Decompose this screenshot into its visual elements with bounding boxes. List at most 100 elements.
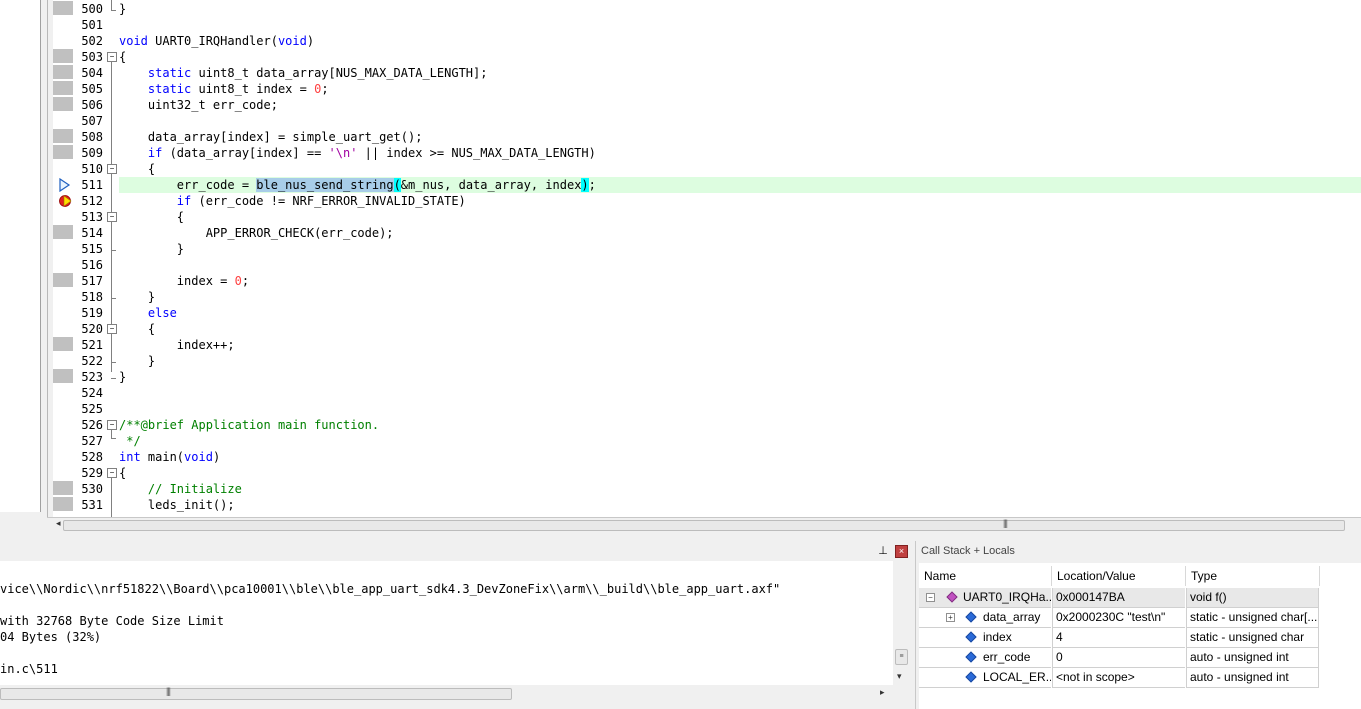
row-name: err_code bbox=[983, 650, 1031, 664]
code-line[interactable] bbox=[119, 17, 1361, 33]
line-number: 523 bbox=[81, 370, 103, 384]
code-line[interactable]: else bbox=[119, 305, 1361, 321]
bookmark-gutter[interactable] bbox=[53, 0, 73, 517]
code-line[interactable] bbox=[119, 113, 1361, 129]
code-line[interactable]: static uint8_t data_array[NUS_MAX_DATA_L… bbox=[119, 65, 1361, 81]
line-number: 529 bbox=[81, 466, 103, 480]
row-value: 4 bbox=[1052, 628, 1185, 648]
code-line[interactable]: */ bbox=[119, 433, 1361, 449]
code-line[interactable]: leds_init(); bbox=[119, 497, 1361, 513]
fold-toggle[interactable]: − bbox=[107, 324, 117, 334]
code-line[interactable]: { bbox=[119, 161, 1361, 177]
code-line[interactable]: err_code = ble_nus_send_string(&m_nus, d… bbox=[119, 177, 1361, 193]
code-line[interactable]: index++; bbox=[119, 337, 1361, 353]
fold-toggle[interactable]: − bbox=[107, 52, 117, 62]
collapse-icon[interactable]: − bbox=[926, 593, 935, 602]
fold-toggle[interactable]: − bbox=[107, 212, 117, 222]
row-value: 0 bbox=[1052, 648, 1185, 668]
code-coverage-marker bbox=[53, 65, 73, 79]
name-cell: + data_array bbox=[919, 608, 1051, 628]
code-line[interactable]: // Initialize bbox=[119, 481, 1361, 497]
code-line[interactable] bbox=[119, 385, 1361, 401]
call-stack-locals-panel[interactable]: Call Stack + Locals Name Location/Value … bbox=[915, 541, 1361, 709]
code-line[interactable]: static uint8_t index = 0; bbox=[119, 81, 1361, 97]
code-line[interactable]: data_array[index] = simple_uart_get(); bbox=[119, 129, 1361, 145]
column-header-location[interactable]: Location/Value bbox=[1057, 566, 1136, 586]
build-output-line: in.c\511 bbox=[0, 662, 58, 676]
code-line[interactable]: APP_ERROR_CHECK(err_code); bbox=[119, 225, 1361, 241]
table-row[interactable]: LOCAL_ER... <not in scope> auto - unsign… bbox=[919, 668, 1319, 688]
code-line[interactable]: void UART0_IRQHandler(void) bbox=[119, 33, 1361, 49]
column-header-name[interactable]: Name bbox=[924, 566, 956, 586]
code-line[interactable]: int main(void) bbox=[119, 449, 1361, 465]
line-number: 501 bbox=[81, 18, 103, 32]
code-line[interactable]: } bbox=[119, 353, 1361, 369]
code-line[interactable] bbox=[119, 401, 1361, 417]
code-line[interactable]: { bbox=[119, 49, 1361, 65]
row-type: void f() bbox=[1186, 588, 1319, 608]
code-coverage-marker bbox=[53, 369, 73, 383]
project-panel[interactable] bbox=[0, 0, 41, 512]
fold-toggle[interactable]: − bbox=[107, 164, 117, 174]
code-line[interactable]: } bbox=[119, 369, 1361, 385]
code-line[interactable]: index = 0; bbox=[119, 273, 1361, 289]
build-output-text[interactable]: vice\\Nordic\\nrf51822\\Board\\pca10001\… bbox=[0, 561, 893, 685]
line-number: 508 bbox=[81, 130, 103, 144]
build-horizontal-scrollbar[interactable]: ||| ▸ bbox=[0, 685, 893, 702]
scrollbar-thumb[interactable] bbox=[63, 520, 1345, 531]
line-number: 503 bbox=[81, 50, 103, 64]
row-name: index bbox=[983, 630, 1012, 644]
editor-horizontal-scrollbar[interactable]: ◂ ||| bbox=[47, 517, 1361, 532]
fold-margin[interactable]: − − − − − − bbox=[105, 0, 119, 517]
code-line[interactable] bbox=[119, 257, 1361, 273]
code-line[interactable]: uint32_t err_code; bbox=[119, 97, 1361, 113]
code-line[interactable]: { bbox=[119, 465, 1361, 481]
pin-icon[interactable]: ⊥ bbox=[877, 545, 889, 557]
code-line[interactable]: { bbox=[119, 321, 1361, 337]
scroll-down-icon[interactable]: ▾ bbox=[897, 671, 902, 682]
breakpoint-icon[interactable] bbox=[59, 194, 73, 208]
variable-diamond-icon bbox=[965, 611, 977, 623]
code-editor[interactable]: 500 501 502 503 504 505 506 507 508 509 510 511 512 5… bbox=[47, 0, 1361, 517]
panel-title: Call Stack + Locals bbox=[921, 545, 1015, 557]
build-vertical-scrollbar[interactable]: ≡ ▾ bbox=[893, 561, 910, 685]
panel-separator[interactable] bbox=[0, 531, 1361, 541]
table-row[interactable]: err_code 0 auto - unsigned int bbox=[919, 648, 1319, 668]
close-icon[interactable]: × bbox=[895, 545, 908, 558]
fold-line bbox=[111, 250, 116, 251]
code-line[interactable]: if (data_array[index] == '\n' || index >… bbox=[119, 145, 1361, 161]
code-line[interactable]: } bbox=[119, 1, 1361, 17]
line-number: 507 bbox=[81, 114, 103, 128]
scroll-right-icon[interactable]: ▸ bbox=[880, 687, 885, 698]
name-cell: − UART0_IRQHa... bbox=[919, 588, 1051, 608]
code-line[interactable]: if (err_code != NRF_ERROR_INVALID_STATE) bbox=[119, 193, 1361, 209]
build-output-panel[interactable]: ⊥ × vice\\Nordic\\nrf51822\\Board\\pca10… bbox=[0, 541, 912, 709]
line-number: 522 bbox=[81, 354, 103, 368]
code-line[interactable]: } bbox=[119, 241, 1361, 257]
row-type: auto - unsigned int bbox=[1186, 648, 1319, 668]
table-row[interactable]: + data_array 0x2000230C "test\n" static … bbox=[919, 608, 1319, 628]
fold-toggle[interactable]: − bbox=[107, 420, 117, 430]
code-line[interactable]: } bbox=[119, 289, 1361, 305]
code-line[interactable]: /**@brief Application main function. bbox=[119, 417, 1361, 433]
row-type: static - unsigned char[... bbox=[1186, 608, 1319, 628]
line-number: 521 bbox=[81, 338, 103, 352]
line-number: 509 bbox=[81, 146, 103, 160]
column-header-type[interactable]: Type bbox=[1191, 566, 1217, 586]
line-number: 512 bbox=[81, 194, 103, 208]
fold-toggle[interactable]: − bbox=[107, 468, 117, 478]
code-line[interactable]: { bbox=[119, 209, 1361, 225]
table-row[interactable]: − UART0_IRQHa... 0x000147BA void f() bbox=[919, 588, 1319, 608]
line-number: 528 bbox=[81, 450, 103, 464]
build-output-header: ⊥ × bbox=[0, 541, 912, 561]
expand-icon[interactable]: + bbox=[946, 613, 955, 622]
variable-diamond-icon bbox=[965, 651, 977, 663]
code-coverage-marker bbox=[53, 1, 73, 15]
scrollbar-thumb[interactable]: ≡ bbox=[895, 649, 908, 665]
scrollbar-thumb[interactable] bbox=[0, 688, 512, 700]
table-row[interactable]: index 4 static - unsigned char bbox=[919, 628, 1319, 648]
scroll-left-icon[interactable]: ◂ bbox=[56, 518, 61, 529]
fold-line bbox=[111, 298, 116, 299]
call-stack-grid[interactable]: Name Location/Value Type − UART0_IRQHa..… bbox=[919, 563, 1361, 709]
fold-line bbox=[111, 10, 116, 11]
